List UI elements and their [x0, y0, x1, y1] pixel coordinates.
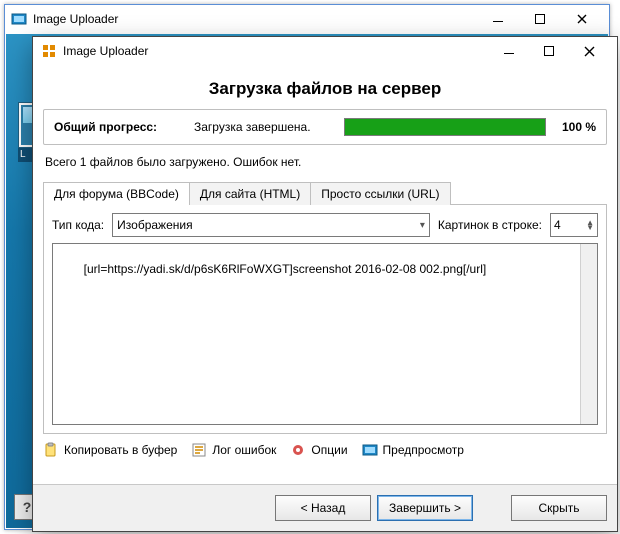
chevron-down-icon: ▾ — [420, 220, 425, 231]
upload-summary: Всего 1 файлов было загружено. Ошибок не… — [45, 155, 607, 169]
output-textarea[interactable]: [url=https://yadi.sk/d/p6sK6RlFoWXGT]scr… — [52, 243, 598, 425]
dialog-close-button[interactable] — [569, 37, 609, 65]
progress-panel: Общий прогресс: Загрузка завершена. 100 … — [43, 109, 607, 145]
tab-panel: Тип кода: Изображения ▾ Картинок в строк… — [43, 204, 607, 434]
clipboard-icon — [43, 442, 59, 458]
dialog-app-icon — [41, 43, 57, 59]
parent-title: Image Uploader — [33, 12, 118, 26]
textarea-scrollbar[interactable] — [580, 244, 597, 424]
output-tabs: Для форума (BBCode) Для сайта (HTML) Про… — [43, 181, 607, 204]
finish-button[interactable]: Завершить > — [377, 495, 473, 521]
options-button[interactable]: Опции — [290, 442, 347, 458]
action-bar: Копировать в буфер Лог ошибок Опции Пред… — [43, 434, 607, 466]
parent-minimize-button[interactable] — [477, 5, 519, 33]
dialog-footer: < Назад Завершить > Скрыть — [33, 484, 617, 531]
preview-label: Предпросмотр — [383, 443, 464, 457]
dialog-titlebar: Image Uploader — [33, 37, 617, 65]
log-icon — [191, 442, 207, 458]
copy-label: Копировать в буфер — [64, 443, 177, 457]
stepper-arrows-icon: ▲▼ — [586, 220, 594, 230]
upload-dialog: Image Uploader Загрузка файлов на сервер… — [32, 36, 618, 532]
progress-bar — [344, 118, 546, 136]
progress-bar-fill — [345, 119, 545, 135]
parent-titlebar: Image Uploader — [5, 5, 609, 33]
copy-button[interactable]: Копировать в буфер — [43, 442, 177, 458]
dialog-body: Загрузка файлов на сервер Общий прогресс… — [33, 65, 617, 484]
code-type-label: Тип кода: — [52, 218, 104, 232]
back-button[interactable]: < Назад — [275, 495, 371, 521]
pics-per-row-stepper[interactable]: 4 ▲▼ — [550, 213, 598, 237]
preview-button[interactable]: Предпросмотр — [362, 442, 464, 458]
dialog-title: Image Uploader — [63, 44, 148, 58]
tab-bbcode[interactable]: Для форума (BBCode) — [43, 182, 190, 205]
gear-icon — [290, 442, 306, 458]
app-icon — [11, 11, 27, 27]
code-type-select[interactable]: Изображения ▾ — [112, 213, 430, 237]
tab-html[interactable]: Для сайта (HTML) — [189, 182, 311, 205]
options-label: Опции — [311, 443, 347, 457]
parent-maximize-button[interactable] — [519, 5, 561, 33]
hide-button[interactable]: Скрыть — [511, 495, 607, 521]
output-text: [url=https://yadi.sk/d/p6sK6RlFoWXGT]scr… — [84, 262, 487, 276]
code-type-value: Изображения — [117, 218, 192, 232]
dialog-minimize-button[interactable] — [489, 37, 529, 65]
pics-per-row-value: 4 — [554, 218, 561, 232]
preview-icon — [362, 442, 378, 458]
progress-status: Загрузка завершена. — [194, 120, 334, 134]
progress-percent: 100 % — [556, 120, 596, 134]
pics-per-row-label: Картинок в строке: — [438, 218, 542, 232]
log-label: Лог ошибок — [212, 443, 276, 457]
log-button[interactable]: Лог ошибок — [191, 442, 276, 458]
page-title: Загрузка файлов на сервер — [43, 79, 607, 99]
dialog-maximize-button[interactable] — [529, 37, 569, 65]
parent-close-button[interactable] — [561, 5, 603, 33]
tab-url[interactable]: Просто ссылки (URL) — [310, 182, 450, 205]
progress-label: Общий прогресс: — [54, 120, 184, 134]
